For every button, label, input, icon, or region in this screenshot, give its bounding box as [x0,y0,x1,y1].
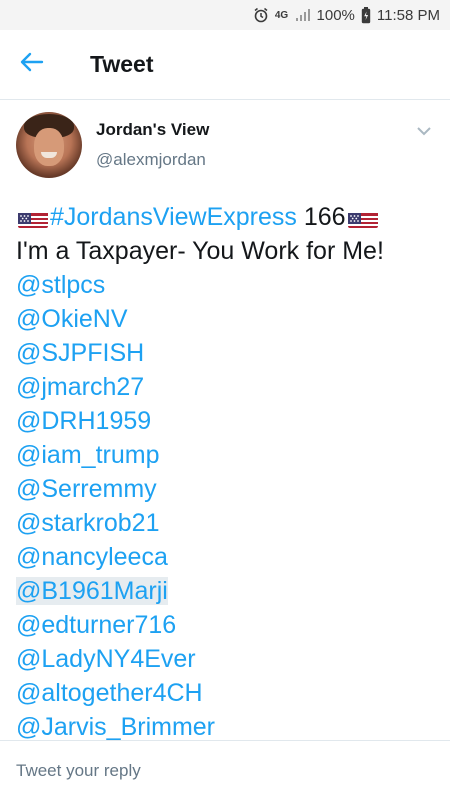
mention-link[interactable]: @jmarch27 [16,373,144,401]
tweet-options-button[interactable] [410,120,438,144]
back-button[interactable] [0,30,64,100]
avatar[interactable] [16,112,82,178]
mention-link[interactable]: @nancyleeca [16,543,168,571]
tweet-detail: Jordan's View @alexmjordan #JordansViewE… [0,100,450,740]
mention-link[interactable]: @stlpcs [16,271,105,299]
author-handle[interactable]: @alexmjordan [96,150,206,170]
mention-link[interactable]: @SJPFISH [16,339,144,367]
us-flag-icon [18,208,48,228]
mention-link[interactable]: @edturner716 [16,611,176,639]
avatar-face [34,128,64,166]
mention-link[interactable]: @iam_trump [16,441,159,469]
battery-percent: 100% [316,6,355,24]
mention-link[interactable]: @Serremmy [16,475,157,503]
mention-link[interactable]: @Jarvis_Brimmer [16,713,215,740]
tweet-subtitle: I'm a Taxpayer- You Work for Me! [16,237,384,265]
battery-icon [361,6,371,24]
chevron-down-icon [417,123,431,141]
author-name[interactable]: Jordan's View [96,120,209,140]
tweet-text: #JordansViewExpress 166 I'm a Taxpayer- … [0,186,450,740]
mention-link[interactable]: @OkieNV [16,305,128,333]
arrow-left-icon [20,52,44,77]
mention-link[interactable]: @altogether4CH [16,679,203,707]
mention-link[interactable]: @DRH1959 [16,407,151,435]
status-bar: 4G 100% 11:58 PM [0,0,450,30]
us-flag-icon [347,208,378,228]
app-header: Tweet [0,30,450,100]
mention-link-highlighted[interactable]: @B1961Marji [16,577,168,605]
tweet-number: 166 [303,203,346,231]
mention-link[interactable]: @starkrob21 [16,509,160,537]
signal-icon [295,8,311,22]
hashtag-line: #JordansViewExpress 166 [16,200,434,234]
mention-link[interactable]: @LadyNY4Ever [16,645,196,673]
alarm-icon [253,7,269,23]
hashtag-link[interactable]: #JordansViewExpress [50,203,297,231]
page-title: Tweet [90,51,154,77]
tweet-author-row: Jordan's View @alexmjordan [0,100,450,186]
network-type-icon: 4G [274,9,289,21]
reply-input[interactable]: Tweet your reply [0,740,450,800]
clock: 11:58 PM [376,6,440,24]
